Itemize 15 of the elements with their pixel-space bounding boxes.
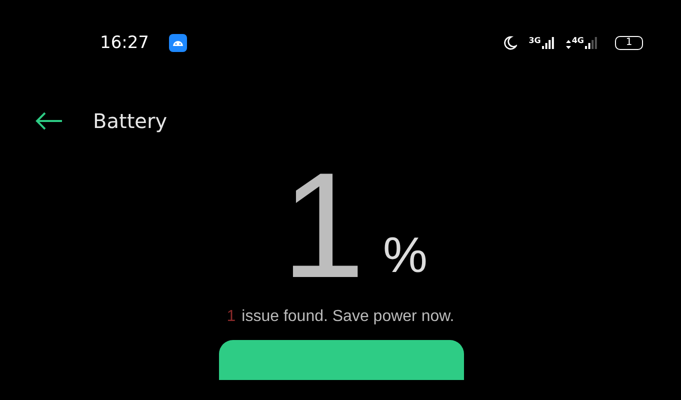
data-arrows-icon (566, 40, 571, 49)
battery-percent: 1 (282, 166, 365, 284)
issue-message: issue found. Save power now. (242, 308, 454, 326)
network-type: 4G (572, 37, 584, 45)
android-app-icon (169, 34, 187, 52)
page-title: Battery (93, 109, 168, 133)
signal-icon (542, 37, 554, 49)
battery-indicator: 1 (615, 36, 643, 50)
network-type: 3G (528, 37, 541, 45)
status-time: 16:27 (100, 33, 149, 53)
issue-count: 1 (226, 308, 236, 326)
percent-sign: % (382, 230, 428, 284)
moon-icon (502, 36, 517, 50)
signal-icon (585, 37, 597, 49)
back-arrow-icon[interactable] (35, 111, 63, 131)
